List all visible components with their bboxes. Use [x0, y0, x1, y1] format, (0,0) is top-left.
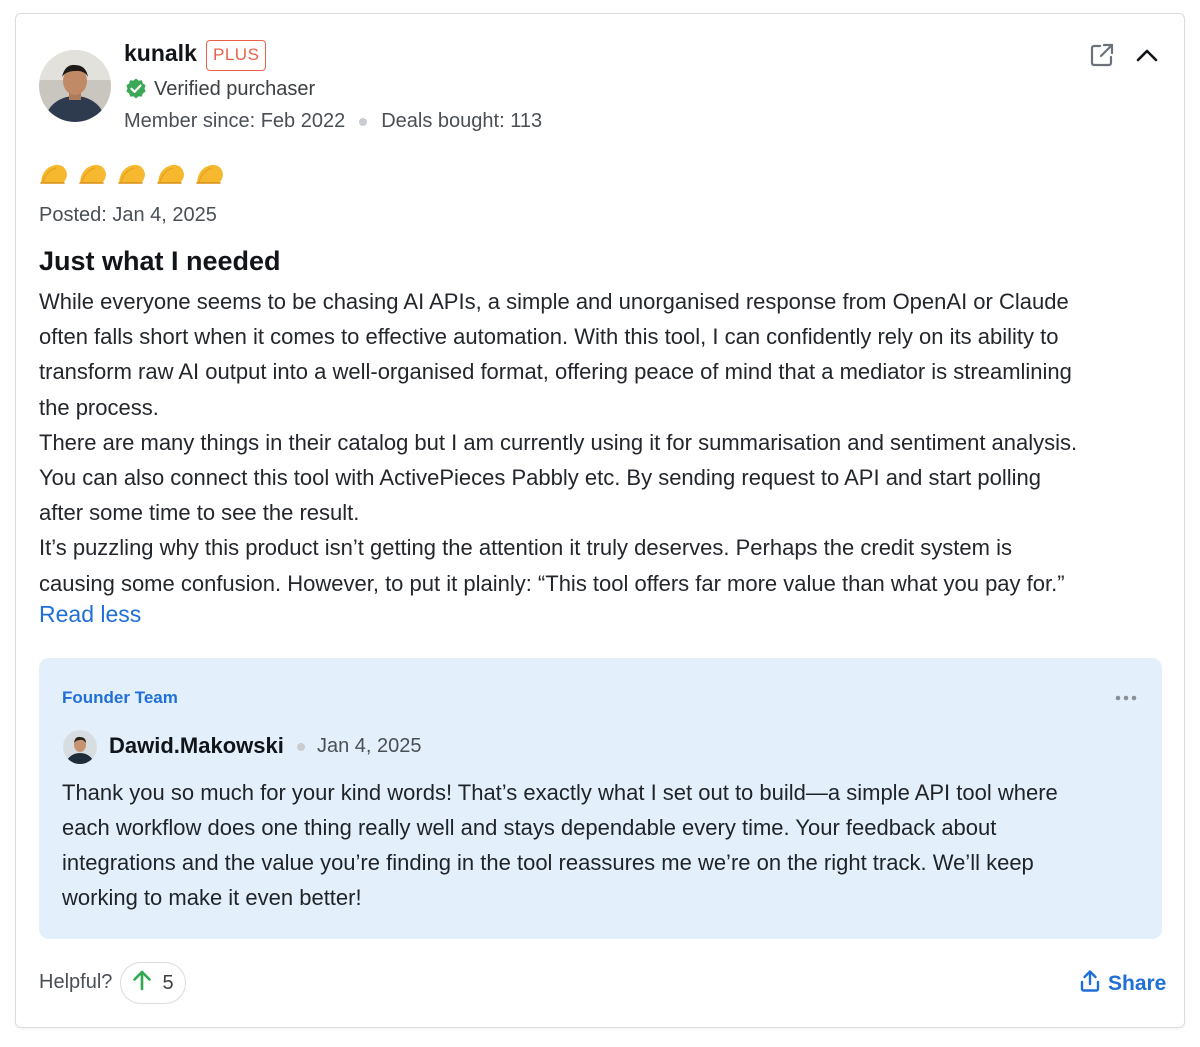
arrow-up-icon: [132, 969, 152, 997]
share-button[interactable]: Share: [1079, 969, 1166, 999]
verified-label: Verified purchaser: [154, 77, 316, 100]
upvote-button[interactable]: 5: [120, 962, 186, 1004]
reply-avatar-image: [63, 730, 97, 764]
reply-body: Thank you so much for your kind words! T…: [62, 775, 1142, 915]
review-line: transform raw AI output into a well-orga…: [39, 359, 1072, 385]
separator-dot: [297, 742, 305, 751]
verified-purchaser: Verified purchaser: [124, 77, 315, 101]
review-line: the process.: [39, 394, 159, 420]
avatar-image: [39, 50, 111, 122]
separator-dot: [359, 117, 368, 126]
share-upload-icon: [1079, 969, 1101, 999]
reply-date-row: Jan 4, 2025: [297, 735, 422, 758]
rating-stars: [39, 162, 225, 186]
taco-star-icon: [156, 162, 186, 186]
review-line: often falls short when it comes to effec…: [39, 324, 1059, 350]
review-line: It’s puzzling why this product isn’t get…: [39, 535, 1012, 561]
reply-author-avatar[interactable]: [63, 730, 97, 764]
external-link-icon[interactable]: [1089, 42, 1115, 68]
review-line: causing some confusion. However, to put …: [39, 570, 1065, 596]
review-line: after some time to see the result.: [39, 500, 360, 526]
reply-line: Thank you so much for your kind words! T…: [62, 780, 1058, 805]
review-line: While everyone seems to be chasing AI AP…: [39, 289, 1069, 314]
taco-star-icon: [195, 162, 225, 186]
reply-date: Jan 4, 2025: [317, 735, 422, 757]
deals-bought: Deals bought: 113: [381, 110, 543, 132]
reviewer-username[interactable]: kunalk: [124, 40, 197, 67]
founder-team-label: Founder Team: [62, 688, 178, 707]
review-line: There are many things in their catalog b…: [39, 429, 1078, 455]
posted-date: Posted: Jan 4, 2025: [39, 204, 217, 226]
taco-star-icon: [78, 162, 108, 186]
reply-line: working to make it even better!: [62, 885, 362, 910]
reply-line: integrations and the value you’re findin…: [62, 850, 1034, 875]
taco-star-icon: [117, 162, 147, 186]
review-body: While everyone seems to be chasing AI AP…: [39, 284, 1164, 601]
review-line: You can also connect this tool with Acti…: [39, 465, 1042, 491]
review-card: kunalk PLUS Verified purchaser Member si…: [15, 13, 1185, 1028]
founder-reply: Founder Team Dawid.Makowski Jan 4, 2025 …: [39, 658, 1162, 939]
ellipsis-icon[interactable]: [1114, 688, 1138, 708]
member-info: Member since: Feb 2022 Deals bought: 113: [124, 110, 542, 133]
taco-star-icon: [39, 162, 69, 186]
chevron-up-icon[interactable]: [1134, 42, 1160, 68]
share-label: Share: [1108, 972, 1167, 995]
helpful-label: Helpful?: [39, 971, 113, 993]
plus-badge: PLUS: [206, 40, 267, 71]
member-since: Member since: Feb 2022: [124, 110, 346, 132]
review-title: Just what I needed: [39, 246, 281, 276]
read-less-link[interactable]: Read less: [39, 601, 141, 628]
reviewer-avatar[interactable]: [39, 50, 111, 122]
reply-author-name[interactable]: Dawid.Makowski: [109, 733, 284, 759]
reply-line: each workflow does one thing really well…: [62, 815, 997, 840]
vote-count: 5: [162, 971, 174, 994]
check-circle-icon: [124, 77, 148, 101]
